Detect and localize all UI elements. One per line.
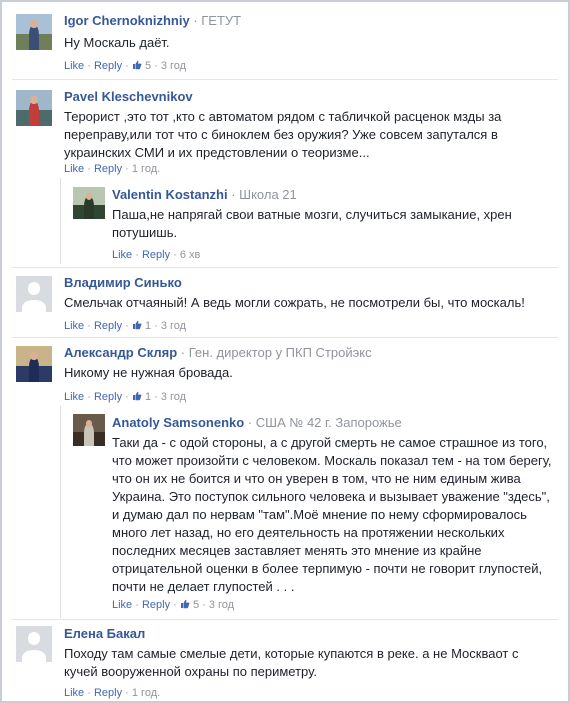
- thumbs-up-icon: [132, 320, 142, 330]
- timestamp[interactable]: 1 год.: [132, 163, 160, 175]
- reply-link[interactable]: Reply: [142, 249, 170, 261]
- comment-actions: Like · Reply · 1 · 3 год: [64, 320, 187, 332]
- comment-actions: Like · Reply · 5 · 3 год: [64, 60, 187, 72]
- like-count[interactable]: 5: [145, 60, 151, 72]
- comment-text: Смельчак отчаяный! А ведь могли сожрать,…: [64, 295, 525, 310]
- comment-igor: Igor Chernoknizhniy · ГЕТУТ Ну Москаль д…: [2, 2, 568, 82]
- timestamp[interactable]: 3 год: [161, 320, 186, 332]
- like-count[interactable]: 5: [193, 599, 199, 611]
- reply-link[interactable]: Reply: [94, 60, 122, 72]
- avatar[interactable]: [16, 626, 52, 662]
- comment-actions: Like · Reply · 6 хв: [112, 249, 201, 261]
- reply-link[interactable]: Reply: [142, 599, 170, 611]
- like-count[interactable]: 1: [145, 391, 151, 403]
- author-name[interactable]: Владимир Синько: [64, 275, 182, 290]
- comment-alexander: Александр Скляр · Ген. директор у ПКП Ст…: [2, 338, 568, 408]
- thumbs-up-icon: [132, 60, 142, 70]
- avatar[interactable]: [16, 90, 52, 126]
- comment-text: Паша,не напрягай свои ватные мозги, случ…: [112, 207, 512, 240]
- author-affiliation[interactable]: Ген. директор у ПКП Стройэкс: [189, 345, 372, 360]
- comment-pavel: Pavel Kleschevnikov Терорист ,это тот ,к…: [2, 80, 568, 190]
- like-count[interactable]: 1: [145, 320, 151, 332]
- author-name[interactable]: Александр Скляр: [64, 345, 177, 360]
- author-name[interactable]: Valentin Kostanzhi: [112, 187, 228, 202]
- avatar[interactable]: [16, 346, 52, 382]
- comment-text: Никому не нужная бровада.: [64, 365, 233, 380]
- reply-anatoly: Anatoly Samsonenko · США № 42 г. Запорож…: [60, 406, 559, 618]
- thumbs-up-icon: [180, 599, 190, 609]
- like-link[interactable]: Like: [112, 599, 132, 611]
- reply-link[interactable]: Reply: [94, 687, 122, 699]
- comment-actions: Like · Reply · 1 · 3 год: [64, 391, 187, 403]
- avatar[interactable]: [16, 276, 52, 312]
- timestamp[interactable]: 6 хв: [180, 249, 201, 261]
- author-name[interactable]: Елена Бакал: [64, 626, 145, 641]
- timestamp[interactable]: 1 год.: [132, 687, 160, 699]
- author-name[interactable]: Pavel Kleschevnikov: [64, 89, 193, 104]
- avatar[interactable]: [73, 187, 105, 219]
- avatar[interactable]: [16, 14, 52, 50]
- author-name[interactable]: Igor Chernoknizhniy: [64, 13, 190, 28]
- author-name[interactable]: Anatoly Samsonenko: [112, 415, 244, 430]
- timestamp[interactable]: 3 год: [161, 60, 186, 72]
- like-link[interactable]: Like: [64, 320, 84, 332]
- comment-text: Таки да - с одой стороны, а с другой сме…: [112, 435, 552, 594]
- comment-text: Походу там самые смелые дети, которые ку…: [64, 646, 519, 679]
- like-link[interactable]: Like: [64, 60, 84, 72]
- thumbs-up-icon: [132, 391, 142, 401]
- comment-text: Терорист ,это тот ,кто с автоматом рядом…: [64, 109, 502, 160]
- comment-actions: Like · Reply · 5 · 3 год: [112, 599, 235, 611]
- timestamp[interactable]: 3 год: [209, 599, 234, 611]
- like-link[interactable]: Like: [64, 163, 84, 175]
- reply-link[interactable]: Reply: [94, 320, 122, 332]
- comment-actions: Like · Reply · 1 год.: [64, 163, 161, 175]
- author-affiliation[interactable]: ГЕТУТ: [201, 13, 241, 28]
- timestamp[interactable]: 3 год: [161, 391, 186, 403]
- comment-text: Ну Москаль даёт.: [64, 35, 170, 50]
- author-affiliation[interactable]: США № 42 г. Запорожье: [256, 415, 402, 430]
- comment-actions: Like · Reply · 1 год.: [64, 687, 161, 699]
- reply-valentin: Valentin Kostanzhi · Школа 21 Паша,не на…: [60, 178, 559, 264]
- avatar[interactable]: [73, 414, 105, 446]
- reply-link[interactable]: Reply: [94, 163, 122, 175]
- like-link[interactable]: Like: [64, 391, 84, 403]
- like-link[interactable]: Like: [64, 687, 84, 699]
- comment-vladimir: Владимир Синько Смельчак отчаяный! А вед…: [2, 268, 568, 338]
- comment-elena: Елена Бакал Походу там самые смелые дети…: [2, 620, 568, 701]
- comments-panel: Igor Chernoknizhniy · ГЕТУТ Ну Москаль д…: [0, 0, 570, 703]
- reply-link[interactable]: Reply: [94, 391, 122, 403]
- author-affiliation[interactable]: Школа 21: [239, 187, 297, 202]
- like-link[interactable]: Like: [112, 249, 132, 261]
